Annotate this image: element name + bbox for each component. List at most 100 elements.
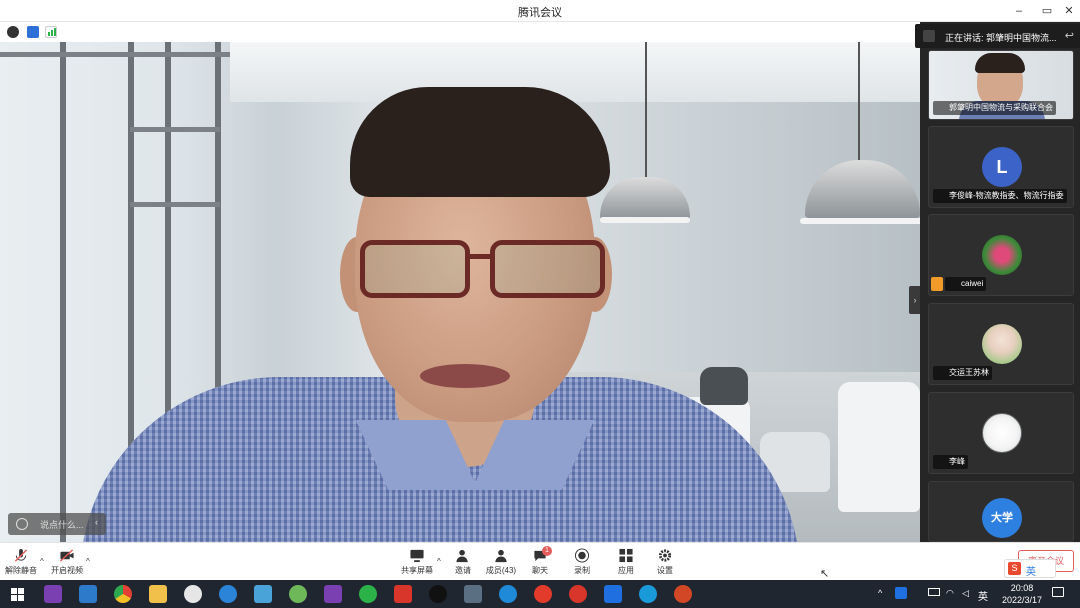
mouse-cursor-icon: ↖ [820, 568, 830, 580]
members-label: 成员(43) [485, 566, 517, 575]
wechat-icon[interactable] [359, 585, 377, 603]
speaking-indicator: 正在讲话: 郭肇明中国物流... ↩ [915, 24, 1080, 48]
youdao-icon[interactable] [394, 585, 412, 603]
main-video[interactable]: 说点什么... ‹ [0, 42, 920, 542]
emoji-icon[interactable] [16, 518, 28, 530]
onenote-icon[interactable] [44, 585, 62, 603]
speaker-glasses [490, 240, 605, 298]
volume-icon[interactable]: ◁ [962, 588, 969, 599]
battery-icon[interactable] [928, 588, 940, 596]
record-icon [574, 548, 590, 563]
participant-tile[interactable]: 郭肇明中国物流与采购联合会 [928, 50, 1074, 120]
chevron-up-icon[interactable]: ^ [437, 557, 441, 566]
speaker-hair [350, 87, 610, 197]
chrome-icon[interactable] [114, 585, 132, 603]
app-window: 腾讯会议 – ▭ ✕ 说点什么... ‹ › 正在讲话: 郭肇明中国物流... … [0, 0, 1080, 608]
unmute-label: 解除静音 [5, 566, 37, 575]
speaker-glasses [360, 240, 470, 298]
speaker-mouth [420, 364, 510, 388]
settings-label: 设置 [657, 566, 673, 575]
invite-label: 邀请 [455, 566, 471, 575]
file-explorer-icon[interactable] [149, 585, 167, 603]
signal-icon[interactable] [45, 26, 57, 38]
share-screen-button[interactable]: 共享屏幕 [400, 548, 434, 576]
apps-button[interactable]: 应用 [614, 548, 638, 576]
members-icon [495, 549, 507, 563]
powerpoint-icon[interactable] [674, 585, 692, 603]
share-screen-icon [410, 549, 424, 563]
tencent-meeting-icon[interactable] [604, 585, 622, 603]
qq-icon[interactable] [429, 585, 447, 603]
calendar-icon[interactable] [79, 585, 97, 603]
speaking-label: 正在讲话: 郭肇明中国物流... [945, 33, 1057, 43]
tray-meeting-icon[interactable] [895, 587, 907, 599]
windows-taskbar: ^ ◠ ◁ 英 20:08 2022/3/17 [0, 580, 1080, 608]
participant-tile[interactable]: 交运王苏林 [928, 303, 1074, 385]
start-video-button[interactable]: 开启视频 [50, 548, 84, 576]
speaker-thumbnail-icon [923, 30, 935, 42]
onenote-alt-icon[interactable] [324, 585, 342, 603]
participant-tile[interactable]: 李峰 [928, 392, 1074, 474]
edge-icon[interactable] [639, 585, 657, 603]
record-button[interactable]: 录制 [570, 548, 594, 576]
notes-icon[interactable] [254, 585, 272, 603]
unmute-button[interactable]: 解除静音 [5, 548, 37, 576]
calculator-icon[interactable] [464, 585, 482, 603]
shield-icon[interactable] [27, 26, 39, 38]
close-button[interactable]: ✕ [1058, 2, 1080, 20]
browser-icon[interactable] [534, 585, 552, 603]
participant-avatar: 大学 [982, 498, 1022, 538]
participant-name: 李峰 [933, 455, 968, 469]
share-screen-label: 共享屏幕 [401, 566, 433, 575]
clock-time[interactable]: 20:08 [1004, 583, 1040, 593]
participant-name: 郭肇明中国物流与采购联合会 [933, 101, 1056, 115]
meeting-toolbar: 解除静音 ^ 开启视频 ^ 共享屏幕 ^ 邀请 成员(43) 聊天 1 录制 应… [0, 542, 1080, 580]
participant-tile[interactable]: 大学 [928, 481, 1074, 542]
search-app-icon[interactable] [499, 585, 517, 603]
chat-badge: 1 [542, 546, 552, 556]
apps-icon [619, 548, 633, 563]
window-title: 腾讯会议 [518, 7, 562, 19]
participant-hair [975, 53, 1025, 73]
chat-input[interactable]: 说点什么... ‹ [8, 513, 106, 535]
chat-label: 聊天 [532, 566, 548, 575]
speaker-person [0, 42, 920, 542]
chevron-left-icon[interactable]: ‹ [95, 517, 98, 527]
gear-icon [658, 549, 672, 562]
paint-icon[interactable] [289, 585, 307, 603]
chevron-up-icon[interactable]: ^ [40, 557, 44, 566]
user-icon [931, 277, 943, 291]
notification-icon[interactable] [1052, 587, 1064, 597]
participant-avatar: L [982, 147, 1022, 187]
feishu-icon[interactable] [219, 585, 237, 603]
windows-start-icon[interactable] [9, 585, 27, 603]
info-icon[interactable] [7, 26, 19, 38]
participant-name: caiwei [945, 277, 987, 291]
ime-label: 英 [1026, 567, 1036, 578]
tray-chevron-icon[interactable]: ^ [878, 588, 882, 598]
maximize-button[interactable]: ▭ [1036, 2, 1058, 20]
camera-off-icon [59, 549, 74, 562]
clock-date[interactable]: 2022/3/17 [998, 595, 1046, 605]
settings-app-icon[interactable] [184, 585, 202, 603]
hp-icon[interactable] [569, 585, 587, 603]
participant-avatar [982, 324, 1022, 364]
invite-icon [456, 549, 468, 563]
record-label: 录制 [574, 566, 590, 575]
language-indicator[interactable]: 英 [978, 588, 988, 603]
return-icon[interactable]: ↩ [1065, 29, 1074, 42]
participant-tile[interactable]: L 李俊峰-物流教指委、物流行指委 [928, 126, 1074, 208]
minimize-button[interactable]: – [1008, 2, 1030, 20]
chevron-up-icon[interactable]: ^ [86, 557, 90, 566]
apps-label: 应用 [618, 566, 634, 575]
wifi-icon[interactable]: ◠ [946, 588, 954, 599]
members-button[interactable]: 成员(43) [484, 548, 518, 576]
title-bar: 腾讯会议 – ▭ ✕ [0, 0, 1080, 22]
participant-avatar [982, 413, 1022, 453]
ime-indicator[interactable]: S 英 [1004, 559, 1056, 578]
start-video-label: 开启视频 [51, 566, 83, 575]
chat-button[interactable]: 聊天 1 [528, 546, 552, 576]
settings-button[interactable]: 设置 [653, 548, 677, 576]
participant-tile[interactable]: caiwei [928, 214, 1074, 296]
invite-button[interactable]: 邀请 [452, 548, 474, 576]
